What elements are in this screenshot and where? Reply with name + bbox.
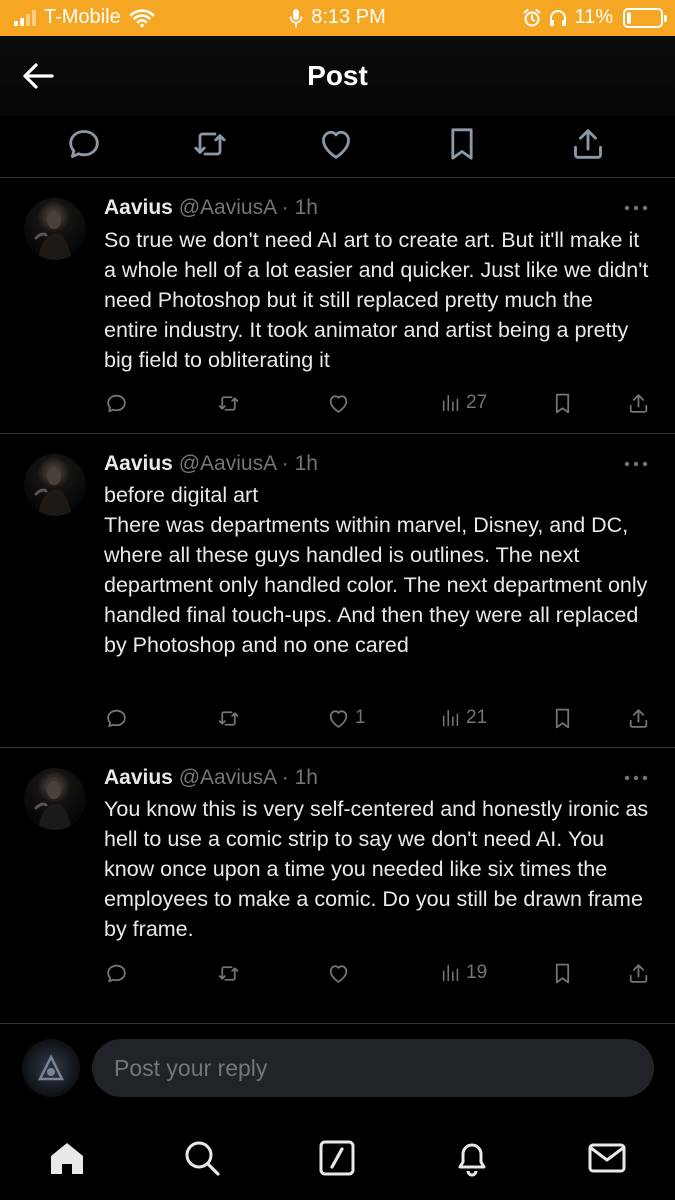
view-count: 21 — [466, 707, 488, 728]
share-button[interactable] — [626, 704, 651, 732]
author-handle[interactable]: @AaviusA — [179, 196, 276, 219]
view-count: 27 — [466, 392, 488, 413]
reply-actions: 1 21 — [0, 704, 675, 734]
user-avatar[interactable] — [22, 1039, 80, 1097]
view-count: 19 — [466, 962, 488, 983]
share-button[interactable] — [626, 959, 651, 987]
more-options-icon[interactable] — [621, 768, 651, 788]
avatar[interactable] — [24, 454, 86, 516]
microphone-icon — [289, 8, 303, 28]
reply-item[interactable]: Aavius @AaviusA · 1h You know this is ve… — [0, 748, 675, 1024]
repost-icon — [216, 391, 241, 416]
reply-input[interactable] — [92, 1039, 654, 1097]
alarm-icon — [523, 8, 541, 26]
reply-button[interactable] — [104, 959, 129, 987]
reply-text: before digital art There was departments… — [104, 483, 648, 657]
clock: 8:13 PM — [311, 6, 386, 28]
repost-icon[interactable] — [190, 124, 230, 164]
grok-icon[interactable] — [315, 1136, 359, 1180]
bookmark-icon — [550, 391, 575, 416]
repost-button[interactable] — [216, 704, 241, 732]
share-icon — [626, 391, 651, 416]
post-time: 1h — [294, 766, 318, 789]
like-button[interactable]: 1 — [326, 704, 366, 732]
reply-button[interactable] — [104, 389, 129, 417]
page-title: Post — [307, 60, 368, 91]
meta-separator: · — [275, 766, 295, 789]
like-button[interactable] — [326, 959, 355, 987]
like-icon[interactable] — [316, 124, 356, 164]
author-name[interactable]: Aavius — [104, 196, 173, 219]
repost-icon — [216, 706, 241, 731]
reply-icon — [104, 391, 129, 416]
reply-icon[interactable] — [64, 124, 104, 164]
share-button[interactable] — [626, 389, 651, 417]
reply-meta: Aavius @AaviusA · 1h — [104, 196, 318, 220]
reply-meta: Aavius @AaviusA · 1h — [104, 452, 318, 476]
bookmark-icon — [550, 961, 575, 986]
post-time: 1h — [294, 196, 318, 219]
repost-button[interactable] — [216, 389, 241, 417]
status-right: 11% — [522, 6, 667, 29]
share-icon — [626, 706, 651, 731]
repost-button[interactable] — [216, 959, 241, 987]
avatar[interactable] — [24, 198, 86, 260]
reply-meta: Aavius @AaviusA · 1h — [104, 766, 318, 790]
reply-actions: 19 — [0, 959, 675, 989]
meta-separator: · — [275, 452, 295, 475]
author-handle[interactable]: @AaviusA — [179, 452, 276, 475]
reply-icon — [104, 961, 129, 986]
views-button[interactable]: 19 — [440, 959, 487, 987]
more-options-icon[interactable] — [621, 198, 651, 218]
headphones-icon — [550, 9, 567, 26]
views-icon — [440, 707, 462, 729]
battery-percent: 11% — [574, 6, 613, 28]
messages-icon[interactable] — [585, 1136, 629, 1180]
bookmark-button[interactable] — [550, 389, 575, 417]
reply-button[interactable] — [104, 704, 129, 732]
battery-icon — [623, 7, 667, 28]
top-header: Post — [0, 36, 675, 116]
search-icon[interactable] — [180, 1136, 224, 1180]
reply-item[interactable]: Aavius @AaviusA · 1h before digital art … — [0, 434, 675, 748]
like-count: 1 — [355, 707, 366, 728]
author-name[interactable]: Aavius — [104, 452, 173, 475]
views-icon — [440, 392, 462, 414]
bottom-nav — [0, 1120, 675, 1200]
post-action-bar — [0, 116, 675, 178]
views-icon — [440, 962, 462, 984]
reply-item[interactable]: Aavius @AaviusA · 1h So true we don't ne… — [0, 178, 675, 434]
like-button[interactable] — [326, 389, 355, 417]
reply-composer — [0, 1025, 675, 1115]
author-handle[interactable]: @AaviusA — [179, 766, 276, 789]
like-icon — [326, 391, 351, 416]
like-icon — [326, 706, 351, 731]
status-bar: T-Mobile 8:13 PM 11% — [0, 0, 675, 36]
reply-text: You know this is very self-centered and … — [104, 797, 649, 941]
bookmark-icon — [550, 706, 575, 731]
bookmark-button[interactable] — [550, 959, 575, 987]
reply-text: So true we don't need AI art to create a… — [104, 228, 649, 372]
bookmark-button[interactable] — [550, 704, 575, 732]
notifications-icon[interactable] — [450, 1136, 494, 1180]
like-icon — [326, 961, 351, 986]
share-icon — [626, 961, 651, 986]
more-options-icon[interactable] — [621, 454, 651, 474]
reply-actions: 27 — [0, 389, 675, 419]
views-button[interactable]: 21 — [440, 704, 487, 732]
post-time: 1h — [294, 452, 318, 475]
author-name[interactable]: Aavius — [104, 766, 173, 789]
home-icon[interactable] — [45, 1136, 89, 1180]
views-button[interactable]: 27 — [440, 389, 487, 417]
meta-separator: · — [275, 196, 295, 219]
reply-icon — [104, 706, 129, 731]
battery-level-fill — [627, 11, 631, 24]
bookmark-icon[interactable] — [442, 124, 482, 164]
avatar[interactable] — [24, 768, 86, 830]
repost-icon — [216, 961, 241, 986]
share-icon[interactable] — [568, 124, 608, 164]
